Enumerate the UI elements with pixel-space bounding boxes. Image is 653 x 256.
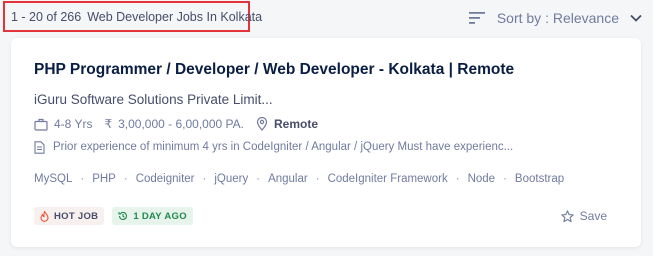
tag-item: Bootstrap <box>515 173 564 185</box>
tag-text: jQuery <box>214 173 249 185</box>
job-card[interactable]: PHP Programmer / Developer / Web Develop… <box>11 38 641 247</box>
tag-separator: · <box>256 173 261 185</box>
rupee-icon: ₹ <box>104 117 113 131</box>
job-title[interactable]: PHP Programmer / Developer / Web Develop… <box>34 61 514 79</box>
tag-text: MySQL <box>34 173 73 185</box>
tag-separator: · <box>503 173 507 185</box>
tag-separator: · <box>455 173 460 185</box>
posted-age-text: 1 DAY AGO <box>133 210 187 222</box>
job-meta: 4-8 Yrs ₹ 3,00,000 - 6,00,000 PA. Remote <box>34 115 330 133</box>
save-button[interactable]: Save <box>560 209 607 223</box>
tag-text: Angular <box>268 173 308 185</box>
salary: ₹ 3,00,000 - 6,00,000 PA. <box>104 117 244 131</box>
location-pin-icon <box>256 117 268 131</box>
sort-dropdown[interactable]: Sort by : Relevance <box>468 8 643 28</box>
tag-text: Bootstrap <box>514 173 565 185</box>
tag-item: CodeIgniter Framework <box>328 173 448 185</box>
tag-item: MySQL <box>34 173 72 185</box>
tag-text: CodeIgniter Framework <box>327 173 448 185</box>
tag-text: Codeigniter <box>135 173 195 185</box>
briefcase-icon <box>34 118 48 131</box>
posted-age-badge: 1 DAY AGO <box>112 207 193 225</box>
tag-separator: · <box>315 173 320 185</box>
tag-separator: · <box>202 173 207 185</box>
hot-job-text: HOT JOB <box>54 210 99 222</box>
location-text: Remote <box>273 117 318 131</box>
results-label: Web Developer Jobs In Kolkata <box>87 9 263 24</box>
tag-item: Codeigniter <box>136 173 195 185</box>
chevron-down-icon <box>630 14 642 22</box>
results-count: 1 - 20 of 266 Web Developer Jobs In Kolk… <box>3 1 262 32</box>
sort-lines-icon <box>468 12 485 24</box>
results-bar: 1 - 20 of 266 Web Developer Jobs In Kolk… <box>0 0 653 36</box>
experience: 4-8 Yrs <box>34 117 92 131</box>
salary-text: 3,00,000 - 6,00,000 PA. <box>118 117 244 131</box>
results-range: 1 - 20 of 266 <box>11 9 82 24</box>
tag-item: jQuery <box>214 173 248 185</box>
history-icon <box>118 211 128 220</box>
company-name[interactable]: iGuru Software Solutions Private Limit..… <box>34 92 273 107</box>
save-label: Save <box>579 209 607 223</box>
tag-item: PHP <box>92 173 116 185</box>
hot-job-badge: HOT JOB <box>34 207 105 225</box>
tag-separator: · <box>80 173 85 185</box>
location: Remote <box>256 117 318 131</box>
sort-label: Sort by : Relevance <box>496 10 619 26</box>
skill-tags: MySQL · PHP · Codeigniter · jQuery · Ang… <box>34 170 564 188</box>
document-icon <box>34 140 45 154</box>
job-description: Prior experience of minimum 4 yrs in Cod… <box>34 138 513 156</box>
star-icon <box>560 209 574 222</box>
tag-item: Node <box>468 173 496 185</box>
description-text: Prior experience of minimum 4 yrs in Cod… <box>53 141 514 153</box>
fire-icon <box>40 210 49 222</box>
tag-text: PHP <box>92 173 116 185</box>
experience-text: 4-8 Yrs <box>54 117 93 131</box>
tag-item: Angular <box>268 173 308 185</box>
job-badges: HOT JOB 1 DAY AGO <box>34 207 201 225</box>
tag-separator: · <box>123 173 128 185</box>
tag-text: Node <box>467 173 496 185</box>
